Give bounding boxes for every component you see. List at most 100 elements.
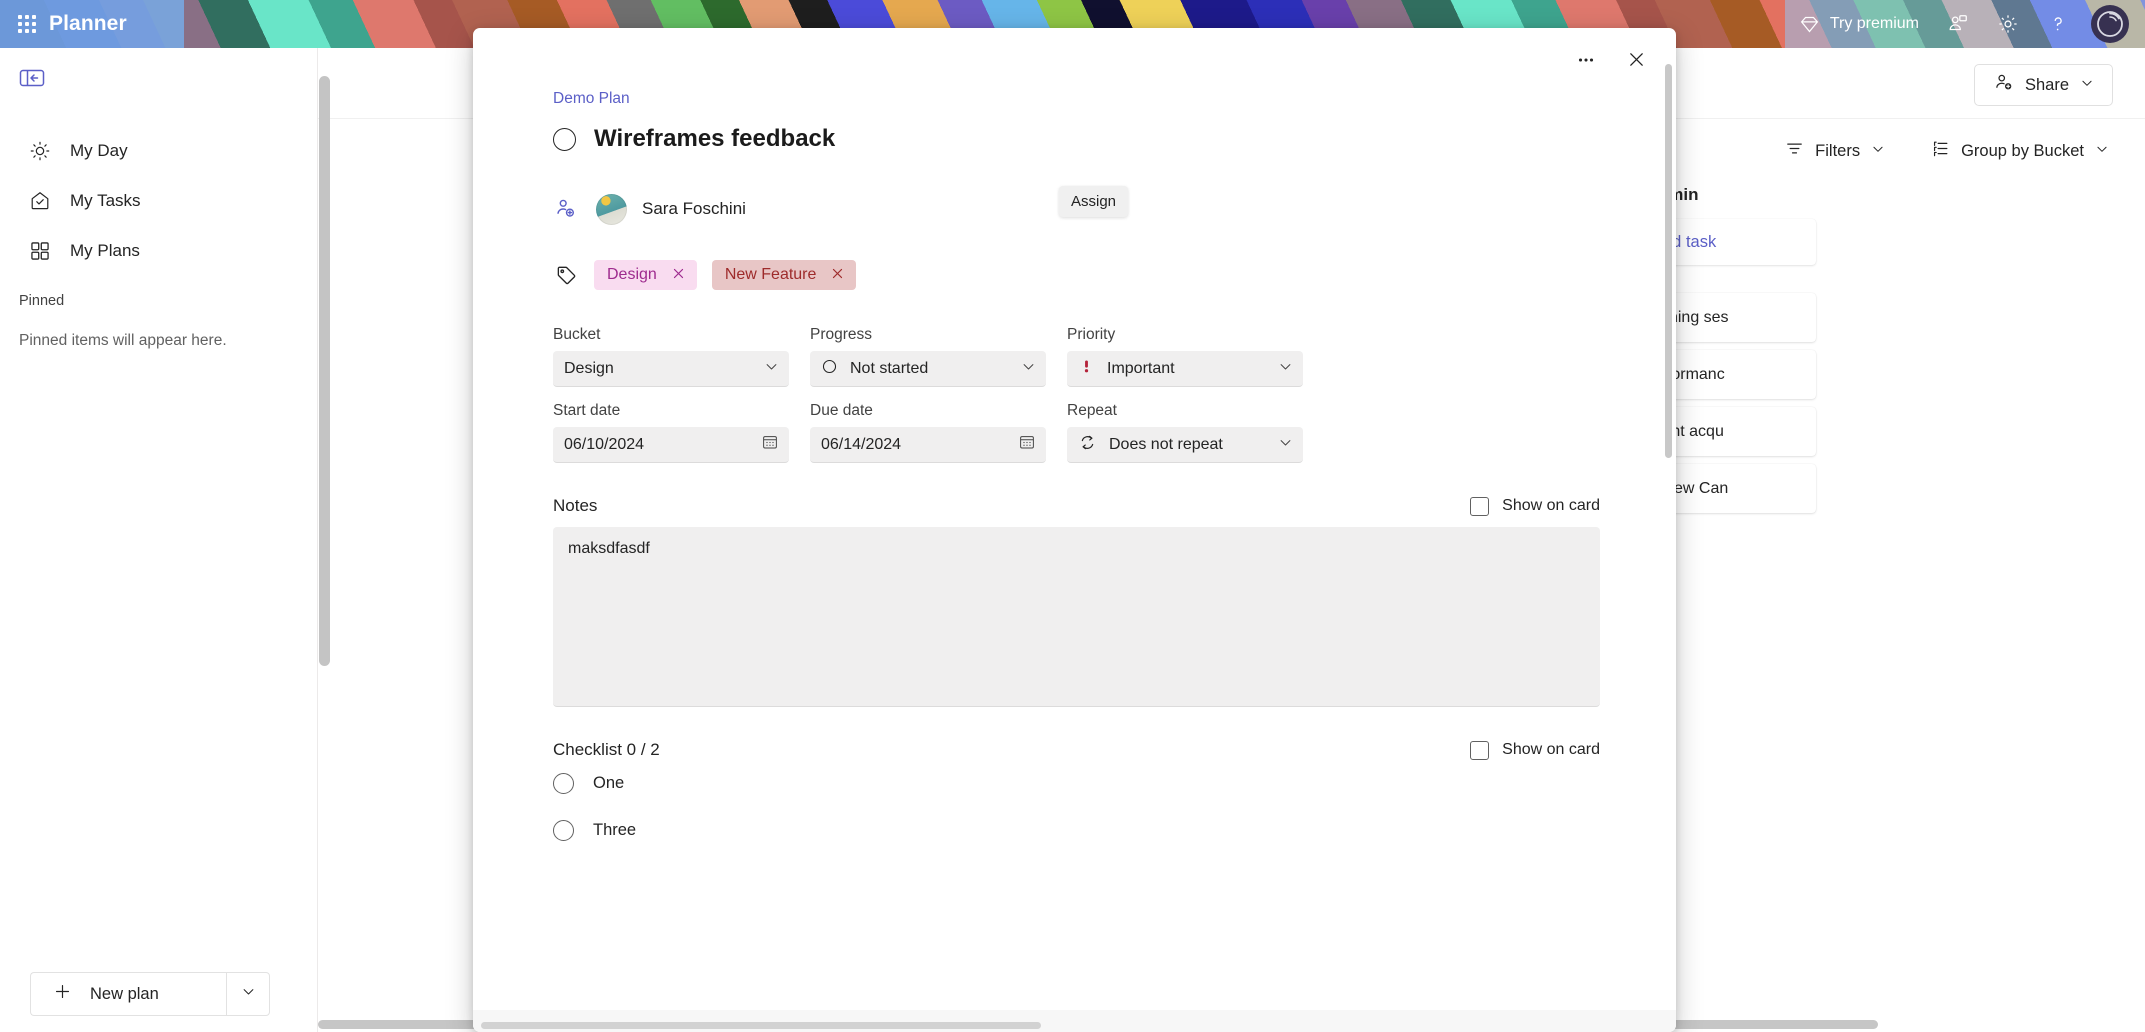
avatar xyxy=(596,194,627,225)
topbar-right-group: Try premium xyxy=(1785,0,2145,48)
topbar-left-group: Planner xyxy=(0,0,184,48)
collapse-panel-icon[interactable] xyxy=(18,66,46,90)
close-dialog-button[interactable] xyxy=(1618,44,1654,80)
help-button[interactable] xyxy=(2033,4,2083,44)
checkbox-unchecked-icon[interactable] xyxy=(1470,741,1489,760)
calendar-icon[interactable] xyxy=(761,433,779,456)
label-chip-design[interactable]: Design xyxy=(594,260,697,290)
user-avatar[interactable] xyxy=(2091,5,2129,43)
chevron-down-icon xyxy=(1278,359,1293,379)
repeat-value: Does not repeat xyxy=(1109,436,1223,454)
checklist-item-checkbox[interactable] xyxy=(553,820,574,841)
exclamation-icon xyxy=(1078,358,1095,380)
grid-squares-icon xyxy=(29,240,51,262)
task-title-row: Wireframes feedback xyxy=(553,125,1600,153)
settings-button[interactable] xyxy=(1983,4,2033,44)
chevron-down-icon xyxy=(1871,142,1885,161)
task-title[interactable]: Wireframes feedback xyxy=(594,125,835,153)
try-premium-label: Try premium xyxy=(1830,15,1919,33)
task-details-dialog: Demo Plan Wireframes feedback Sara Fosch… xyxy=(473,28,1676,1032)
new-plan-caret-button[interactable] xyxy=(226,972,270,1016)
label-chip-text: New Feature xyxy=(725,266,817,284)
toolbar-buttons: Filters Group by Bucket xyxy=(1777,133,2117,169)
repeat-field-group: Repeat Does not repeat xyxy=(1067,402,1303,463)
tag-icon[interactable] xyxy=(553,262,579,288)
close-icon[interactable] xyxy=(830,266,845,284)
chevron-down-icon xyxy=(241,984,256,1004)
checkbox-unchecked-icon[interactable] xyxy=(1470,497,1489,516)
label-chip-text: Design xyxy=(607,266,657,284)
progress-label: Progress xyxy=(810,326,1046,344)
checklist-item[interactable]: Three xyxy=(553,807,1600,854)
checklist-title: Checklist 0 / 2 xyxy=(553,740,660,760)
grid-waffle-icon[interactable] xyxy=(18,15,35,33)
priority-value-wrap: Important xyxy=(1078,358,1278,380)
bucket-label: Bucket xyxy=(553,326,789,344)
due-date-field-group: Due date 06/14/2024 xyxy=(810,402,1046,463)
checklist-show-on-card-toggle[interactable]: Show on card xyxy=(1470,741,1600,760)
checklist-item[interactable]: One xyxy=(553,760,1600,807)
dialog-body: Demo Plan Wireframes feedback Sara Fosch… xyxy=(473,90,1676,854)
sidebar-item-my-plans[interactable]: My Plans xyxy=(0,226,317,276)
chevron-down-icon xyxy=(764,359,779,379)
sidebar-item-my-tasks[interactable]: My Tasks xyxy=(0,176,317,226)
notes-show-on-card-toggle[interactable]: Show on card xyxy=(1470,497,1600,516)
progress-select[interactable]: Not started xyxy=(810,351,1046,387)
people-chat-button[interactable] xyxy=(1933,4,1983,44)
more-options-button[interactable] xyxy=(1568,44,1604,80)
calendar-icon[interactable] xyxy=(1018,433,1036,456)
notes-show-on-card-label: Show on card xyxy=(1502,497,1600,515)
question-mark-icon xyxy=(2047,13,2069,35)
due-date-value: 06/14/2024 xyxy=(821,436,1018,454)
chevron-down-icon xyxy=(1278,435,1293,455)
repeat-select[interactable]: Does not repeat xyxy=(1067,427,1303,463)
tasks-home-icon xyxy=(29,190,51,212)
start-date-field-group: Start date 06/10/2024 xyxy=(553,402,789,463)
app-brand-title: Planner xyxy=(49,12,127,36)
start-date-input[interactable]: 06/10/2024 xyxy=(553,427,789,463)
sun-icon xyxy=(29,140,51,162)
close-icon[interactable] xyxy=(671,266,686,284)
checklist-item-checkbox[interactable] xyxy=(553,773,574,794)
notes-textarea[interactable]: maksdfasdf xyxy=(553,527,1600,707)
people-chat-icon xyxy=(1947,13,1969,35)
priority-field-group: Priority Important xyxy=(1067,326,1303,387)
checklist-section-header: Checklist 0 / 2 Show on card xyxy=(553,740,1600,760)
plan-name-link[interactable]: Demo Plan xyxy=(553,90,1600,108)
dialog-header-actions xyxy=(1568,44,1654,80)
notes-title: Notes xyxy=(553,496,597,516)
dialog-vertical-scrollbar[interactable] xyxy=(1665,64,1672,458)
assignees-row: Sara Foschini Assign xyxy=(553,188,1600,230)
label-chip-new-feature[interactable]: New Feature xyxy=(712,260,857,290)
pinned-section-header: Pinned xyxy=(19,293,64,309)
repeat-arrows-icon xyxy=(1078,433,1097,457)
bucket-select[interactable]: Design xyxy=(553,351,789,387)
notes-value: maksdfasdf xyxy=(568,540,650,557)
group-by-bucket-button[interactable]: Group by Bucket xyxy=(1923,133,2117,169)
chevron-down-icon xyxy=(1021,359,1036,379)
assignee-chip[interactable]: Sara Foschini xyxy=(596,194,746,225)
labels-row: Design New Feature xyxy=(553,260,1600,290)
new-plan-label: New plan xyxy=(90,985,159,1004)
close-icon xyxy=(1626,49,1647,75)
filters-button[interactable]: Filters xyxy=(1777,133,1893,169)
sidebar-item-my-day[interactable]: My Day xyxy=(0,126,317,176)
sidebar: My Day My Tasks xyxy=(0,48,318,1032)
start-date-label: Start date xyxy=(553,402,789,420)
task-complete-checkbox[interactable] xyxy=(553,128,576,151)
pinned-empty-text: Pinned items will appear here. xyxy=(19,332,227,350)
dialog-horizontal-scrollbar[interactable] xyxy=(481,1022,1041,1029)
try-premium-button[interactable]: Try premium xyxy=(1785,4,1933,44)
due-date-input[interactable]: 06/14/2024 xyxy=(810,427,1046,463)
share-button[interactable]: Share xyxy=(1974,64,2113,106)
priority-select[interactable]: Important xyxy=(1067,351,1303,387)
new-plan-button[interactable]: New plan xyxy=(30,972,226,1016)
board-vertical-scrollbar[interactable] xyxy=(319,76,330,666)
sidebar-nav: My Day My Tasks xyxy=(0,126,317,276)
ellipsis-icon xyxy=(1575,49,1597,76)
person-add-icon[interactable] xyxy=(553,196,579,222)
bucket-field-group: Bucket Design xyxy=(553,326,789,387)
diamond-icon xyxy=(1799,13,1821,35)
notes-section-header: Notes Show on card xyxy=(553,496,1600,516)
priority-value: Important xyxy=(1107,360,1175,378)
